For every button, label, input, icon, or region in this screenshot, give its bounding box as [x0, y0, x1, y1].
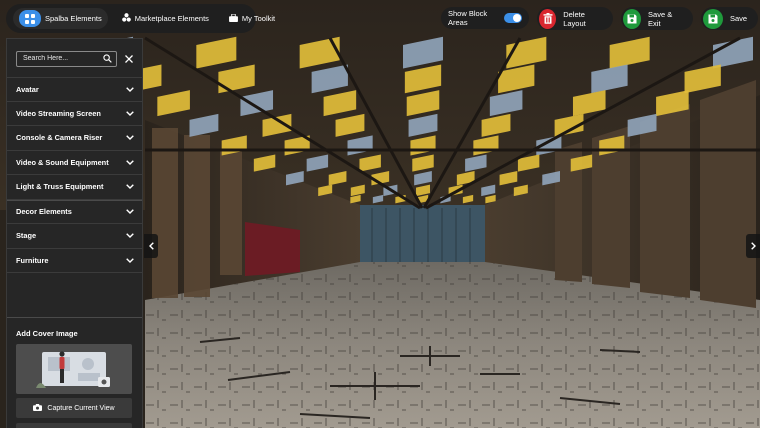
category-label: Console & Camera Riser [16, 133, 103, 143]
my-toolkit-tab[interactable]: My Toolkit [223, 8, 281, 29]
delete-layout-label: Delete Layout [563, 9, 586, 28]
cover-image-title: Add Cover Image [16, 329, 78, 338]
scene-prev-button[interactable] [144, 234, 158, 258]
save-label: Save [730, 14, 748, 23]
section-divider [7, 317, 142, 318]
spalba-elements-label: Spalba Elements [45, 14, 102, 23]
capture-current-view-label: Capture Current View [47, 404, 115, 412]
chevron-down-icon [126, 85, 134, 94]
grid-icon [19, 10, 41, 27]
category-list: Avatar Video Streaming Screen Console & … [7, 77, 142, 273]
save-exit-label: Save & Exit [648, 9, 673, 28]
category-label: Decor Elements [16, 207, 72, 217]
category-label: Video & Sound Equipment [16, 157, 109, 167]
save-exit-button[interactable]: Save & Exit [621, 7, 693, 30]
category-decor-elements[interactable]: Decor Elements [7, 199, 142, 224]
element-library-nav: Spalba Elements Marketplace Elements My … [6, 4, 275, 33]
toggle-switch[interactable] [504, 13, 522, 23]
category-label: Light & Truss Equipment [16, 182, 104, 192]
search-row [16, 50, 141, 67]
category-console-camera-riser[interactable]: Console & Camera Riser [7, 126, 142, 151]
category-light-truss-equipment[interactable]: Light & Truss Equipment [7, 175, 142, 200]
cover-image-placeholder[interactable] [16, 344, 132, 394]
category-label: Video Streaming Screen [16, 108, 101, 118]
chevron-down-icon [126, 109, 134, 118]
scene-next-button[interactable] [746, 234, 760, 258]
chevron-right-icon [750, 237, 756, 255]
chevron-left-icon [148, 237, 154, 255]
search-box[interactable] [16, 50, 117, 68]
chevron-down-icon [126, 182, 134, 191]
category-label: Stage [16, 231, 37, 241]
chevron-down-icon [126, 133, 134, 142]
delete-layout-button[interactable]: Delete Layout [537, 7, 613, 30]
chevron-down-icon [126, 207, 134, 216]
category-stage[interactable]: Stage [7, 224, 142, 249]
search-input[interactable] [23, 55, 103, 62]
editor-window: Spalba Elements Marketplace Elements My … [0, 0, 760, 428]
panel-footer-button[interactable] [16, 423, 132, 428]
show-block-areas-label: Show Block Areas [448, 9, 488, 27]
spalba-elements-tab[interactable]: Spalba Elements [13, 8, 108, 29]
search-icon[interactable] [103, 50, 112, 68]
close-icon[interactable] [125, 50, 133, 68]
show-block-areas-toggle[interactable]: Show Block Areas [441, 7, 529, 29]
category-label: Furniture [16, 255, 49, 265]
elements-sidebar: Avatar Video Streaming Screen Console & … [6, 38, 143, 428]
chevron-down-icon [126, 256, 134, 265]
capture-current-view-button[interactable]: Capture Current View [16, 398, 132, 418]
save-button[interactable]: Save [701, 7, 758, 30]
trash-icon [539, 8, 557, 29]
category-label: Avatar [16, 84, 39, 94]
chevron-down-icon [126, 158, 134, 167]
shapes-icon [121, 13, 131, 24]
save-icon [623, 8, 642, 29]
category-furniture[interactable]: Furniture [7, 249, 142, 273]
camera-icon [33, 403, 43, 413]
marketplace-elements-label: Marketplace Elements [134, 14, 209, 23]
cover-illustration [36, 351, 110, 388]
marketplace-elements-tab[interactable]: Marketplace Elements [116, 8, 215, 29]
category-video-streaming-screen[interactable]: Video Streaming Screen [7, 102, 142, 126]
category-video-sound-equipment[interactable]: Video & Sound Equipment [7, 151, 142, 175]
my-toolkit-label: My Toolkit [241, 14, 276, 23]
chevron-down-icon [126, 231, 134, 240]
category-avatar[interactable]: Avatar [7, 77, 142, 102]
save-icon [703, 8, 723, 29]
toolkit-icon [228, 13, 238, 24]
